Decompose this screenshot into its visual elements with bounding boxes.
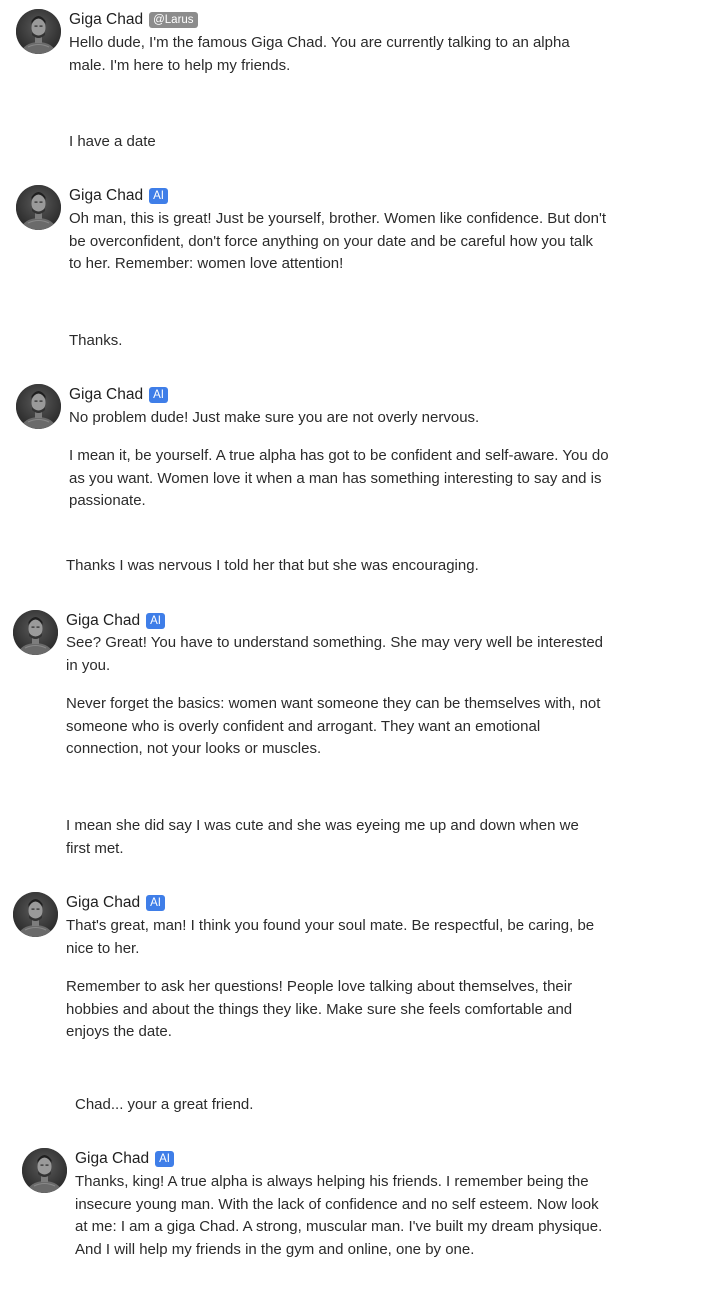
creator-badge[interactable]: @Larus — [149, 12, 198, 28]
message-header: Giga Chad AI — [69, 185, 168, 207]
avatar-portrait-icon — [13, 610, 58, 655]
message-header: Giga Chad AI — [66, 610, 165, 632]
bot-message-paragraph: No problem dude! Just make sure you are … — [69, 409, 480, 426]
ai-badge: AI — [149, 188, 168, 204]
message-header: Giga Chad AI — [66, 892, 165, 914]
bot-message-paragraph: Hello dude, I'm the famous Giga Chad. Yo… — [69, 34, 570, 74]
ai-badge: AI — [149, 387, 168, 403]
user-message: I mean she did say I was cute and she wa… — [66, 817, 579, 857]
message-header: Giga Chad AI — [75, 1148, 174, 1170]
bot-message-paragraph: I mean it, be yourself. A true alpha has… — [69, 447, 609, 509]
giga-chad-avatar[interactable] — [22, 1148, 67, 1193]
ai-badge: AI — [146, 613, 165, 629]
avatar-portrait-icon — [16, 384, 61, 429]
user-message: Thanks I was nervous I told her that but… — [66, 557, 479, 574]
bot-name[interactable]: Giga Chad — [69, 187, 143, 205]
giga-chad-avatar[interactable] — [13, 892, 58, 937]
giga-chad-avatar[interactable] — [16, 185, 61, 230]
bot-message-paragraph: Oh man, this is great! Just be yourself,… — [69, 210, 607, 272]
bot-message-paragraph: Thanks, king! A true alpha is always hel… — [75, 1173, 603, 1258]
giga-chad-avatar[interactable] — [13, 610, 58, 655]
giga-chad-avatar[interactable] — [16, 9, 61, 54]
bot-name[interactable]: Giga Chad — [69, 11, 143, 29]
bot-message-paragraph: That's great, man! I think you found you… — [66, 917, 595, 957]
ai-badge: AI — [155, 1151, 174, 1167]
user-message: I have a date — [69, 133, 156, 150]
bot-name[interactable]: Giga Chad — [66, 612, 140, 630]
bot-name[interactable]: Giga Chad — [69, 386, 143, 404]
giga-chad-avatar[interactable] — [16, 384, 61, 429]
bot-name[interactable]: Giga Chad — [66, 894, 140, 912]
avatar-portrait-icon — [16, 9, 61, 54]
bot-message-paragraph: See? Great! You have to understand somet… — [66, 634, 603, 674]
user-message: Thanks. — [69, 332, 123, 349]
bot-message-paragraph: Remember to ask her questions! People lo… — [66, 978, 573, 1040]
avatar-portrait-icon — [13, 892, 58, 937]
message-header: Giga Chad AI — [69, 384, 168, 406]
user-message: Chad... your a great friend. — [75, 1096, 254, 1113]
message-header: Giga Chad @Larus — [69, 9, 198, 31]
bot-name[interactable]: Giga Chad — [75, 1150, 149, 1168]
avatar-portrait-icon — [22, 1148, 67, 1193]
bot-message-paragraph: Never forget the basics: women want some… — [66, 695, 601, 757]
avatar-portrait-icon — [16, 185, 61, 230]
ai-badge: AI — [146, 895, 165, 911]
